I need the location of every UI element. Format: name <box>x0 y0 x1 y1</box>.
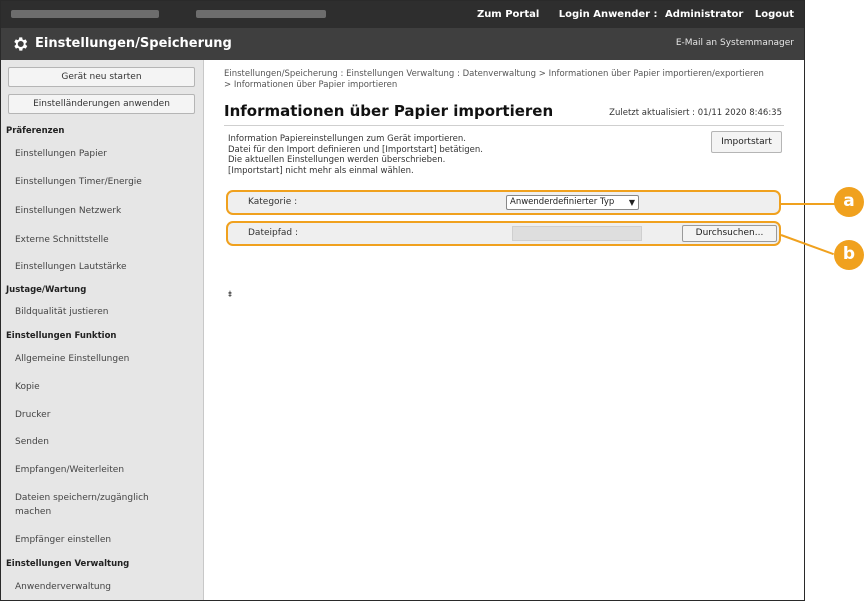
title-divider <box>224 125 784 126</box>
sidebar-item-copy[interactable]: Kopie <box>15 380 195 394</box>
sidebar-item-printer[interactable]: Drucker <box>15 408 195 422</box>
app-title: Einstellungen/Speicherung <box>35 36 232 51</box>
callout-badge-a: a <box>834 187 864 217</box>
description-line: [Importstart] nicht mehr als einmal wähl… <box>228 165 414 176</box>
sidebar-item-timer-energy[interactable]: Einstellungen Timer/Energie <box>15 175 195 189</box>
description-line: Die aktuellen Einstellungen werden übers… <box>228 155 446 165</box>
sidebar-item-volume[interactable]: Einstellungen Lautstärke <box>15 260 195 274</box>
callout-badge-b: b <box>834 240 864 270</box>
portal-link[interactable]: Zum Portal <box>477 9 539 20</box>
sidebar-item-user-management[interactable]: Anwenderverwaltung <box>15 580 195 594</box>
sidebar: Gerät neu starten Einstelländerungen anw… <box>1 60 204 600</box>
section-adjustment: Justage/Wartung <box>6 285 87 295</box>
browser-window: Zum Portal Login Anwender : Administrato… <box>0 0 805 601</box>
filepath-input[interactable] <box>512 226 642 241</box>
login-user-label: Login Anwender : <box>558 9 658 20</box>
section-management: Einstellungen Verwaltung <box>6 559 130 569</box>
sidebar-item-paper[interactable]: Einstellungen Papier <box>15 147 195 161</box>
sidebar-item-image-quality[interactable]: Bildqualität justieren <box>15 305 195 319</box>
section-function-settings: Einstellungen Funktion <box>6 331 117 341</box>
last-updated: Zuletzt aktualisiert : 01/11 2020 8:46:3… <box>609 108 782 118</box>
blurred-device-name <box>11 10 159 18</box>
sidebar-item-destinations[interactable]: Empfänger einstellen <box>15 533 195 547</box>
category-select-value: Anwenderdefinierter Typ <box>510 197 615 207</box>
sidebar-item-store-files[interactable]: Dateien speichern/zugänglich machen <box>15 491 165 519</box>
page-title: Informationen über Papier importieren <box>224 102 554 120</box>
import-start-button[interactable]: Importstart <box>711 131 782 153</box>
category-row: Kategorie : Anwenderdefinierter Typ ▼ <box>226 190 781 215</box>
sidebar-item-network[interactable]: Einstellungen Netzwerk <box>15 204 195 218</box>
sidebar-item-external-interface[interactable]: Externe Schnittstelle <box>15 233 195 247</box>
main-content: Einstellungen/Speicherung : Einstellunge… <box>204 60 804 600</box>
description: Information Papiereinstellungen zum Gerä… <box>228 134 483 176</box>
filepath-row: Dateipfad : Durchsuchen... <box>226 221 781 246</box>
gear-icon <box>14 37 28 51</box>
title-bar: Einstellungen/Speicherung E-Mail an Syst… <box>1 28 804 60</box>
blurred-address <box>196 10 326 18</box>
filepath-label: Dateipfad : <box>248 228 299 238</box>
restart-device-button[interactable]: Gerät neu starten <box>8 67 195 87</box>
login-user-name: Administrator <box>665 9 744 20</box>
chevron-down-icon: ▼ <box>628 198 635 207</box>
sidebar-item-send[interactable]: Senden <box>15 435 195 449</box>
category-label: Kategorie : <box>248 197 298 207</box>
logout-link[interactable]: Logout <box>755 9 794 20</box>
apply-settings-button[interactable]: Einstelländerungen anwenden <box>8 94 195 114</box>
sidebar-item-receive-forward[interactable]: Empfangen/Weiterleiten <box>15 463 195 477</box>
top-links: Zum Portal Login Anwender : Administrato… <box>461 9 794 20</box>
callout-line-a <box>781 203 837 205</box>
mail-system-manager-link[interactable]: E-Mail an Systemmanager <box>676 38 794 48</box>
top-bar: Zum Portal Login Anwender : Administrato… <box>1 1 804 28</box>
section-preferences: Präferenzen <box>6 126 65 136</box>
breadcrumb: Einstellungen/Speicherung : Einstellunge… <box>224 69 764 90</box>
browse-button[interactable]: Durchsuchen... <box>682 225 777 242</box>
arrow-to-top-icon[interactable]: ⯒ <box>228 287 232 303</box>
category-select[interactable]: Anwenderdefinierter Typ ▼ <box>506 195 639 210</box>
description-line: Information Papiereinstellungen zum Gerä… <box>228 134 466 144</box>
sidebar-item-general[interactable]: Allgemeine Einstellungen <box>15 352 195 366</box>
description-line: Datei für den Import definieren und [Imp… <box>228 144 483 155</box>
